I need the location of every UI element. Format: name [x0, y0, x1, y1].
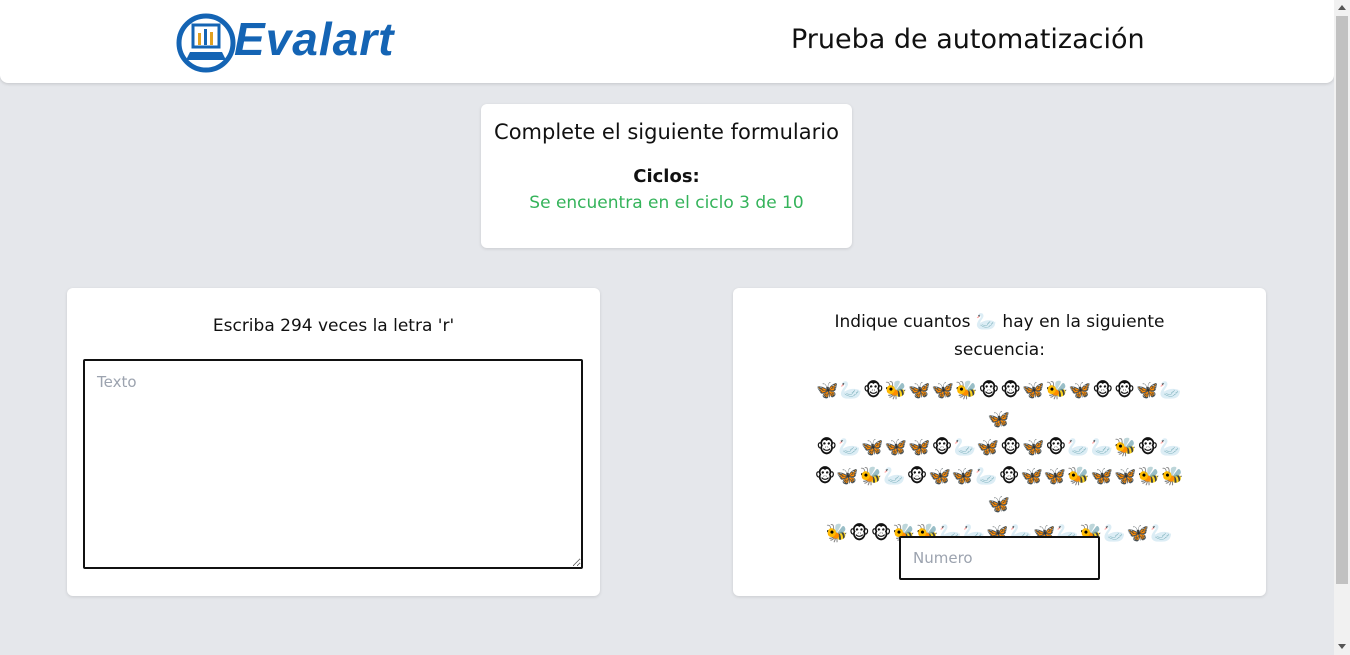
- number-input[interactable]: [899, 536, 1100, 580]
- logo-text: Evalart: [234, 13, 395, 65]
- text-task-prompt: Escriba 294 veces la letra 'r': [212, 316, 455, 336]
- scroll-down-icon[interactable]: [1338, 644, 1346, 649]
- header: Evalart Prueba de automatización: [0, 0, 1334, 83]
- form-heading: Complete el siguiente formulario: [494, 120, 839, 144]
- vertical-scrollbar[interactable]: [1334, 0, 1350, 655]
- page-title: Prueba de automatización: [791, 24, 1145, 55]
- text-input[interactable]: [83, 359, 583, 569]
- count-task-card: Indique cuantos 🦢 hay en la siguiente se…: [733, 288, 1266, 596]
- sequence-line: 🐵🦋🐝🦢🐵🦋🦋🦢🐵🦋🦋🐝🦋🦋🐝🐝🦋: [814, 465, 1185, 516]
- sequence-line: 🦋🦢🐵🐝🦋🦋🐝🐵🐵🦋🐝🦋🐵🐵🦋🦢🦋: [816, 380, 1183, 430]
- sequence-line: 🐵🦢🦋🦋🦋🐵🦢🦋🐵🦋🐵🦢🦢🐝🐵🦢: [816, 437, 1183, 458]
- evalart-logo: Evalart: [176, 8, 416, 78]
- text-task-card: Escriba 294 veces la letra 'r': [67, 288, 600, 596]
- evalart-logo-icon: [176, 13, 236, 73]
- cycle-card: Complete el siguiente formulario Ciclos:…: [481, 104, 852, 248]
- cycles-label: Ciclos:: [633, 166, 700, 187]
- scroll-up-icon[interactable]: [1338, 5, 1346, 10]
- count-task-question: Indique cuantos 🦢 hay en la siguiente se…: [834, 312, 1165, 360]
- cycle-status: Se encuentra en el ciclo 3 de 10: [529, 193, 804, 213]
- scroll-thumb[interactable]: [1336, 16, 1348, 584]
